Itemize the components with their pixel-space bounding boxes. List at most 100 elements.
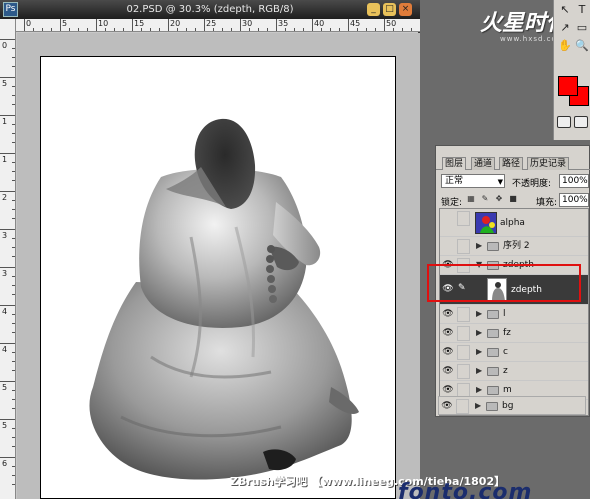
layer-row-sequence2[interactable]: ▶ 序列 2 (440, 237, 588, 256)
link-toggle[interactable] (457, 364, 470, 379)
ruler-tick (276, 19, 277, 31)
foreground-color-swatch[interactable] (558, 76, 578, 96)
layer-name: l (503, 309, 506, 319)
ruler-tick (12, 104, 15, 105)
ruler-label: 5 (2, 421, 8, 430)
ruler-tick (384, 19, 385, 31)
lock-all-icon[interactable]: ■ (508, 194, 518, 204)
expand-triangle-icon[interactable]: ▶ (476, 384, 482, 396)
ruler-tick (12, 162, 15, 163)
link-toggle[interactable] (457, 307, 470, 322)
ruler-label: 10 (98, 19, 109, 28)
ruler-tick (12, 323, 15, 324)
ruler-tick (12, 124, 15, 125)
eye-icon[interactable]: 👁 (441, 327, 455, 340)
vertical-ruler[interactable]: 0 5 1 1 2 3 3 4 4 5 5 6 (0, 19, 16, 499)
ruler-tick (0, 419, 15, 420)
layer-row-fz[interactable]: 👁 ▶ fz (440, 324, 588, 343)
link-toggle[interactable] (457, 326, 470, 341)
minimize-button[interactable]: _ (367, 3, 380, 16)
ruler-label: 30 (242, 19, 253, 28)
ruler-tick (12, 428, 15, 429)
eye-icon[interactable]: 👁 (440, 400, 454, 413)
tab-paths[interactable]: 路径 (499, 157, 524, 170)
document-window: Ps 02.PSD @ 30.3% (zdepth, RGB/8) _ □ × … (0, 0, 505, 499)
ruler-label: 3 (2, 269, 8, 278)
lock-transparency-icon[interactable]: ▦ (466, 194, 476, 204)
standard-mode-button[interactable] (557, 116, 571, 128)
expand-triangle-icon[interactable]: ▶ (476, 308, 482, 320)
ruler-tick (87, 28, 88, 31)
shape-tool-icon[interactable]: ▭ (574, 20, 590, 36)
ruler-tick (12, 466, 15, 467)
move-tool-icon[interactable]: ↖ (557, 2, 573, 18)
quick-mask-mode-button[interactable] (574, 116, 588, 128)
expand-triangle-icon[interactable]: ▶ (476, 365, 482, 377)
layer-row-alpha[interactable]: alpha (440, 209, 588, 237)
folder-icon (487, 242, 499, 251)
ruler-tick (12, 86, 15, 87)
ruler-tick (0, 381, 15, 382)
maximize-button[interactable]: □ (383, 3, 396, 16)
link-toggle[interactable] (457, 239, 470, 254)
path-select-tool-icon[interactable]: ↗ (557, 20, 573, 36)
ruler-tick (177, 28, 178, 31)
chevron-down-icon: ▼ (497, 178, 503, 186)
expand-triangle-icon[interactable]: ▶ (476, 327, 482, 339)
link-toggle[interactable] (457, 211, 470, 226)
layer-row-z[interactable]: 👁 ▶ z (440, 362, 588, 381)
expand-triangle-icon[interactable]: ▶ (475, 400, 481, 412)
ruler-tick (357, 28, 358, 31)
fill-label: 填充: (536, 198, 558, 208)
ruler-tick (285, 28, 286, 31)
visibility-toggle[interactable] (441, 240, 455, 253)
horizontal-ruler[interactable]: 0 5 10 15 20 25 30 35 40 45 50 (16, 19, 420, 32)
ruler-tick (375, 28, 376, 31)
ruler-label: 15 (134, 19, 145, 28)
ruler-tick (12, 408, 15, 409)
document-canvas[interactable] (40, 56, 396, 499)
zoom-tool-icon[interactable]: 🔍 (574, 38, 590, 54)
eye-icon[interactable]: 👁 (441, 308, 455, 321)
ruler-tick (12, 247, 15, 248)
hand-tool-icon[interactable]: ✋ (557, 38, 573, 54)
expand-triangle-icon[interactable]: ▶ (476, 346, 482, 358)
ruler-tick (12, 238, 15, 239)
tab-history[interactable]: 历史记录 (527, 157, 570, 170)
document-titlebar[interactable]: Ps 02.PSD @ 30.3% (zdepth, RGB/8) _ □ × (0, 0, 420, 19)
ruler-tick (159, 28, 160, 31)
fill-field[interactable]: 100% (559, 193, 589, 207)
lock-pixels-icon[interactable]: ✎ (480, 194, 490, 204)
document-title: 02.PSD @ 30.3% (zdepth, RGB/8) (126, 4, 294, 15)
ruler-tick (321, 28, 322, 31)
ruler-tick (12, 399, 15, 400)
visibility-toggle[interactable] (441, 212, 455, 225)
ruler-tick (231, 28, 232, 31)
ruler-label: 35 (278, 19, 289, 28)
link-toggle[interactable] (456, 399, 469, 414)
ruler-label: 5 (2, 79, 8, 88)
ruler-tick (12, 133, 15, 134)
layer-row-bg[interactable]: 👁 ▶ bg (438, 396, 586, 415)
layer-row-c[interactable]: 👁 ▶ c (440, 343, 588, 362)
eye-icon[interactable]: 👁 (441, 365, 455, 378)
ruler-tick (60, 19, 61, 31)
expand-triangle-icon[interactable]: ▶ (476, 240, 482, 252)
ruler-tick (330, 28, 331, 31)
watermark-logo: fonto.com (398, 480, 533, 499)
layer-name: c (503, 347, 508, 357)
eye-icon[interactable]: 👁 (441, 346, 455, 359)
layer-name: 序列 2 (503, 241, 530, 251)
close-button[interactable]: × (399, 3, 412, 16)
type-tool-icon[interactable]: T (574, 2, 590, 18)
ruler-label: 5 (62, 19, 68, 28)
blend-mode-select[interactable]: 正常 ▼ (441, 174, 505, 188)
ruler-tick (204, 19, 205, 31)
opacity-field[interactable]: 100% (559, 174, 589, 188)
layer-name: m (503, 385, 512, 395)
tab-layers[interactable]: 图层 (442, 157, 467, 170)
link-toggle[interactable] (457, 345, 470, 360)
lock-position-icon[interactable]: ✥ (494, 194, 504, 204)
tab-channels[interactable]: 通道 (471, 157, 496, 170)
layer-row-l[interactable]: 👁 ▶ l (440, 305, 588, 324)
